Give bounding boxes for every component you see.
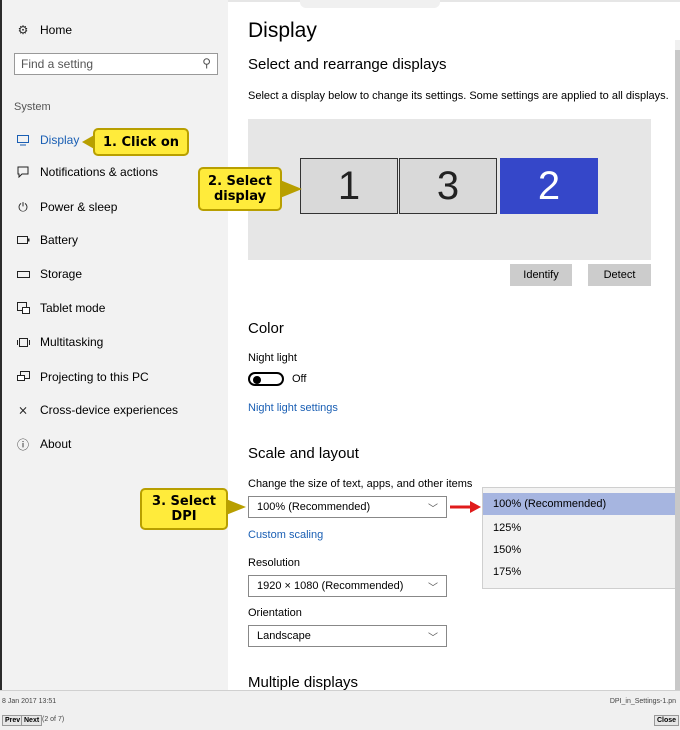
battery-icon [16,233,30,247]
callout-arrow [280,180,302,198]
scale-option[interactable]: 125% [483,517,679,539]
callout-step2-line2: display [213,189,267,204]
resolution-select[interactable]: 1920 × 1080 (Recommended) ﹀ [248,575,447,597]
next-button[interactable]: Next [21,715,43,726]
night-light-label: Night light [248,352,297,364]
search-icon: ⚲ [202,56,211,70]
storage-icon [16,267,30,281]
sidebar-item-label: Display [40,133,80,147]
monitor-1[interactable]: 1 [300,158,398,214]
sidebar-item-home[interactable]: ⚙ Home [16,19,72,41]
footer-count: (2 of 7) [42,716,65,723]
scale-dropdown: 100% (Recommended) 125% 150% 175% [482,487,680,589]
callout-step3: 3. Select DPI [140,488,228,530]
night-light-settings-link[interactable]: Night light settings [248,402,338,414]
sidebar-item-label: About [40,437,72,451]
sidebar-item-display[interactable]: Display [16,129,79,151]
sidebar-item-power[interactable]: ⏻ Power & sleep [16,196,117,218]
orientation-value: Landscape [257,630,311,642]
scale-description: Change the size of text, apps, and other… [248,478,473,490]
resolution-label: Resolution [248,557,300,569]
gear-icon: ⚙ [17,23,29,37]
sidebar-item-label: Battery [40,233,79,247]
sidebar-item-label: Cross-device experiences [40,403,179,417]
cross-device-icon: ⨯ [17,403,29,417]
custom-scaling-link[interactable]: Custom scaling [248,529,323,541]
monitor-2[interactable]: 2 [500,158,598,214]
scale-value: 100% (Recommended) [257,501,371,513]
prev-button[interactable]: Prev [2,715,24,726]
callout-step1: 1. Click on [93,128,189,156]
sidebar-item-label: Power & sleep [40,200,118,214]
monitor-3[interactable]: 3 [399,158,497,214]
footer-filename: DPI_in_Settings-1.pn [609,698,676,705]
resolution-value: 1920 × 1080 (Recommended) [257,580,404,592]
scale-option[interactable]: 175% [483,561,679,583]
sidebar-item-label: Tablet mode [40,301,106,315]
identify-button[interactable]: Identify [510,264,572,286]
page-title: Display [248,19,317,42]
scale-select[interactable]: 100% (Recommended) ﹀ [248,496,447,518]
arrange-heading: Select and rearrange displays [248,56,447,73]
notification-icon [16,165,30,179]
footer-date: 8 Jan 2017 13:51 [2,698,57,705]
projecting-icon [16,370,30,384]
sidebar-item-projecting[interactable]: Projecting to this PC [16,366,149,388]
tablet-icon [16,301,30,315]
monitor-icon [16,133,30,147]
callout-arrow [226,499,246,515]
sidebar-item-cross-device[interactable]: ⨯ Cross-device experiences [16,399,178,421]
callout-step2-line1: 2. Select [208,174,272,189]
chevron-down-icon: ﹀ [428,633,438,644]
sidebar: ⚙ Home Find a setting ⚲ System Display N… [2,0,228,690]
multitasking-icon [16,335,30,349]
sidebar-item-label: Notifications & actions [40,165,159,179]
search-input[interactable]: Find a setting ⚲ [14,53,218,75]
power-icon: ⏻ [18,199,28,214]
info-icon: ⓘ [16,437,29,452]
toggle-knob [253,376,261,384]
scale-option[interactable]: 150% [483,539,679,561]
scale-option[interactable]: 100% (Recommended) [483,493,679,515]
arrange-description: Select a display below to change its set… [248,90,669,102]
sidebar-item-tablet-mode[interactable]: Tablet mode [16,297,105,319]
callout-step3-line1: 3. Select [152,494,216,509]
display-arrangement-area: 1 3 2 [248,119,651,260]
orientation-select[interactable]: Landscape ﹀ [248,625,447,647]
sidebar-item-label: Multitasking [40,335,104,349]
chevron-down-icon: ﹀ [428,504,438,515]
sidebar-item-about[interactable]: ⓘ About [16,433,71,455]
scale-heading: Scale and layout [248,445,359,462]
section-label: System [14,101,51,113]
sidebar-item-notifications[interactable]: Notifications & actions [16,161,158,183]
multiple-displays-heading: Multiple displays [248,674,359,691]
scrollbar-thumb[interactable] [675,50,680,690]
sidebar-item-storage[interactable]: Storage [16,263,82,285]
sidebar-item-multitasking[interactable]: Multitasking [16,331,103,353]
callout-step2: 2. Select display [198,167,282,211]
close-button[interactable]: Close [654,715,680,726]
night-light-state: Off [292,373,307,385]
callout-step3-line2: DPI [171,509,197,524]
orientation-label: Orientation [248,607,302,619]
sidebar-item-battery[interactable]: Battery [16,229,78,251]
sidebar-item-label: Storage [40,267,83,281]
sidebar-item-label: Projecting to this PC [40,370,149,384]
scrollbar[interactable] [675,40,680,690]
chevron-down-icon: ﹀ [428,583,438,594]
red-arrow-icon [450,501,481,513]
detect-button[interactable]: Detect [588,264,651,286]
color-heading: Color [248,320,284,337]
window-left-edge [0,0,2,690]
viewer-footer: 8 Jan 2017 13:51 DPI_in_Settings-1.pn Pr… [0,690,680,730]
search-placeholder: Find a setting [21,57,94,71]
night-light-toggle[interactable] [248,372,284,386]
sidebar-item-label: Home [40,23,73,37]
